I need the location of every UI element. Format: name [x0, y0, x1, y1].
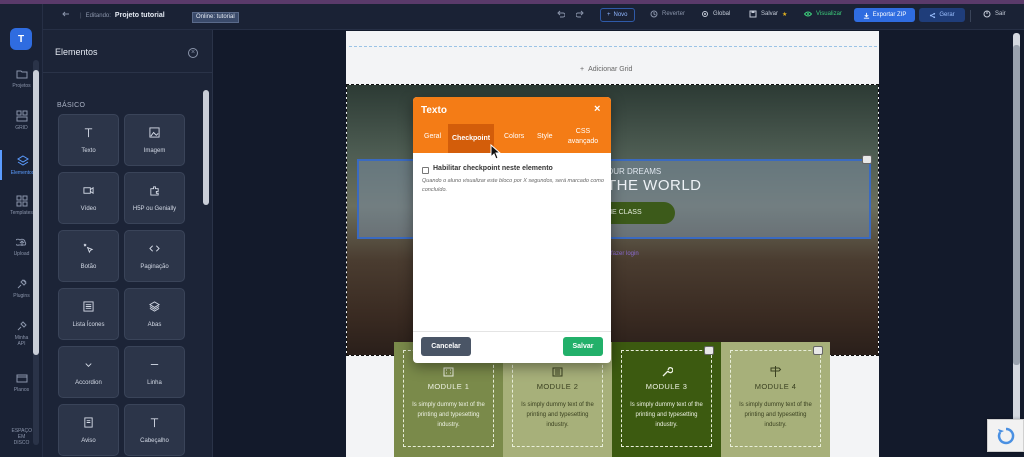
editing-label: Editando:: [85, 12, 111, 19]
plus-icon: +: [580, 66, 585, 73]
checkpoint-help-text: Quando o aluno visualizar este bloco por…: [422, 178, 604, 193]
add-grid-button[interactable]: + Adicionar Grid: [580, 66, 632, 73]
element-card-texto[interactable]: Texto: [58, 114, 119, 166]
sair-button[interactable]: Sair: [983, 10, 1006, 18]
tab-geral[interactable]: Geral: [424, 133, 441, 140]
save-button[interactable]: Salvar: [563, 337, 603, 356]
book-icon: [552, 367, 563, 377]
element-card-cabecalho[interactable]: Cabeçalho: [124, 404, 185, 456]
avatar[interactable]: T: [10, 28, 32, 50]
building-icon: [443, 367, 454, 377]
tab-checkpoint[interactable]: Checkpoint: [448, 124, 495, 153]
logout-icon: [983, 10, 991, 18]
minus-icon: [150, 363, 159, 365]
element-card-botao[interactable]: Botão: [58, 230, 119, 282]
signpost-icon: [770, 366, 782, 377]
chevron-down-icon: [85, 362, 92, 367]
checkpoint-checkbox-label[interactable]: Habilitar checkpoint neste elemento: [433, 165, 553, 172]
notice-icon: [84, 416, 93, 428]
modal-title: Texto: [421, 105, 447, 116]
elements-icon: [16, 154, 29, 166]
card-icon: [16, 374, 27, 383]
module-card[interactable]: MODULE 4 Is simply dummy text of the pri…: [721, 342, 830, 457]
block-settings-icon[interactable]: [862, 155, 872, 164]
save-icon: [749, 10, 757, 18]
element-card-imagem[interactable]: Imagem: [124, 114, 185, 166]
exportar-zip-button[interactable]: Exportar ZIP: [854, 8, 915, 22]
api-icon: [17, 321, 27, 331]
share-icon: [930, 12, 936, 18]
close-icon[interactable]: ×: [188, 48, 198, 58]
tab-colors[interactable]: Colors: [504, 133, 524, 140]
topbar-divider: [970, 10, 971, 22]
gear-icon: [702, 11, 708, 17]
undo-icon[interactable]: [557, 10, 565, 18]
block-settings-icon[interactable]: [813, 346, 823, 355]
rail-scrollbar[interactable]: [33, 60, 39, 445]
modal-footer-divider: [413, 331, 611, 332]
puzzle-icon: [150, 185, 159, 196]
plus-icon: +: [607, 12, 611, 18]
online-badge[interactable]: Online: tutorial: [192, 12, 239, 23]
upload-icon: [15, 238, 26, 246]
element-card-accordion[interactable]: Accordion: [58, 346, 119, 398]
module-card[interactable]: MODULE 3 Is simply dummy text of the pri…: [612, 342, 721, 457]
list-icon: [83, 300, 94, 312]
visualizar-button[interactable]: Visualizar: [804, 10, 842, 18]
tab-style[interactable]: Style: [537, 133, 553, 140]
salvar-button[interactable]: Salvar ★: [749, 10, 787, 18]
global-button[interactable]: Global: [701, 10, 730, 18]
mouse-cursor-icon: [490, 144, 502, 160]
novo-button[interactable]: + Novo: [600, 8, 635, 22]
element-card-abas[interactable]: Abas: [124, 288, 185, 340]
eye-icon: [804, 11, 812, 17]
click-icon: [83, 243, 94, 253]
element-card-video[interactable]: Vídeo: [58, 172, 119, 224]
text-icon: [84, 127, 93, 137]
gerar-button[interactable]: Gerar: [919, 8, 965, 22]
grid-icon: [16, 110, 27, 122]
project-name: Projeto tutorial: [114, 12, 165, 19]
tab-css-avancado[interactable]: CSS avançado: [565, 127, 601, 147]
breadcrumb: | Editando: Projeto tutorial: [80, 12, 165, 19]
back-icon[interactable]: [62, 10, 70, 18]
section-label: BÁSICO: [57, 102, 86, 109]
recaptcha-icon: [997, 427, 1015, 445]
image-icon: [149, 126, 160, 138]
element-card-linha[interactable]: Linha: [124, 346, 185, 398]
element-card-aviso[interactable]: Aviso: [58, 404, 119, 456]
templates-icon: [16, 195, 27, 207]
hero-subtitle: OUR DREAMS: [607, 167, 662, 176]
element-card-h5p[interactable]: H5P ou Genially: [124, 172, 185, 224]
close-icon[interactable]: ×: [594, 103, 600, 115]
grid-outline: [349, 46, 877, 47]
element-card-paginacao[interactable]: Paginação: [124, 230, 185, 282]
heading-icon: [150, 417, 159, 427]
video-icon: [83, 186, 94, 194]
plugin-icon: [17, 279, 27, 289]
checkpoint-checkbox[interactable]: [422, 167, 429, 174]
star-icon: ★: [782, 11, 788, 18]
cancel-button[interactable]: Cancelar: [421, 337, 471, 356]
redo-icon[interactable]: [576, 10, 584, 18]
panel-divider: [43, 72, 213, 73]
recaptcha-badge[interactable]: [987, 419, 1024, 452]
layers-icon: [149, 300, 160, 312]
reverter-button[interactable]: Reverter: [650, 10, 685, 18]
panel-title: Elementos: [55, 47, 98, 57]
hero-link[interactable]: fazer login: [611, 251, 639, 257]
history-icon: [650, 10, 658, 18]
download-icon: [863, 12, 869, 19]
canvas-scrollbar[interactable]: [1013, 33, 1020, 425]
code-icon: [149, 244, 160, 252]
hero-title: THE WORLD: [607, 177, 702, 194]
block-settings-icon[interactable]: [704, 346, 714, 355]
texto-settings-modal: Texto × Geral Checkpoint Colors Style CS…: [413, 97, 611, 363]
panel-scrollbar[interactable]: [203, 90, 209, 205]
wrench-icon: [662, 366, 673, 377]
element-card-lista-icones[interactable]: Lista Ícones: [58, 288, 119, 340]
folder-icon: [16, 70, 27, 79]
